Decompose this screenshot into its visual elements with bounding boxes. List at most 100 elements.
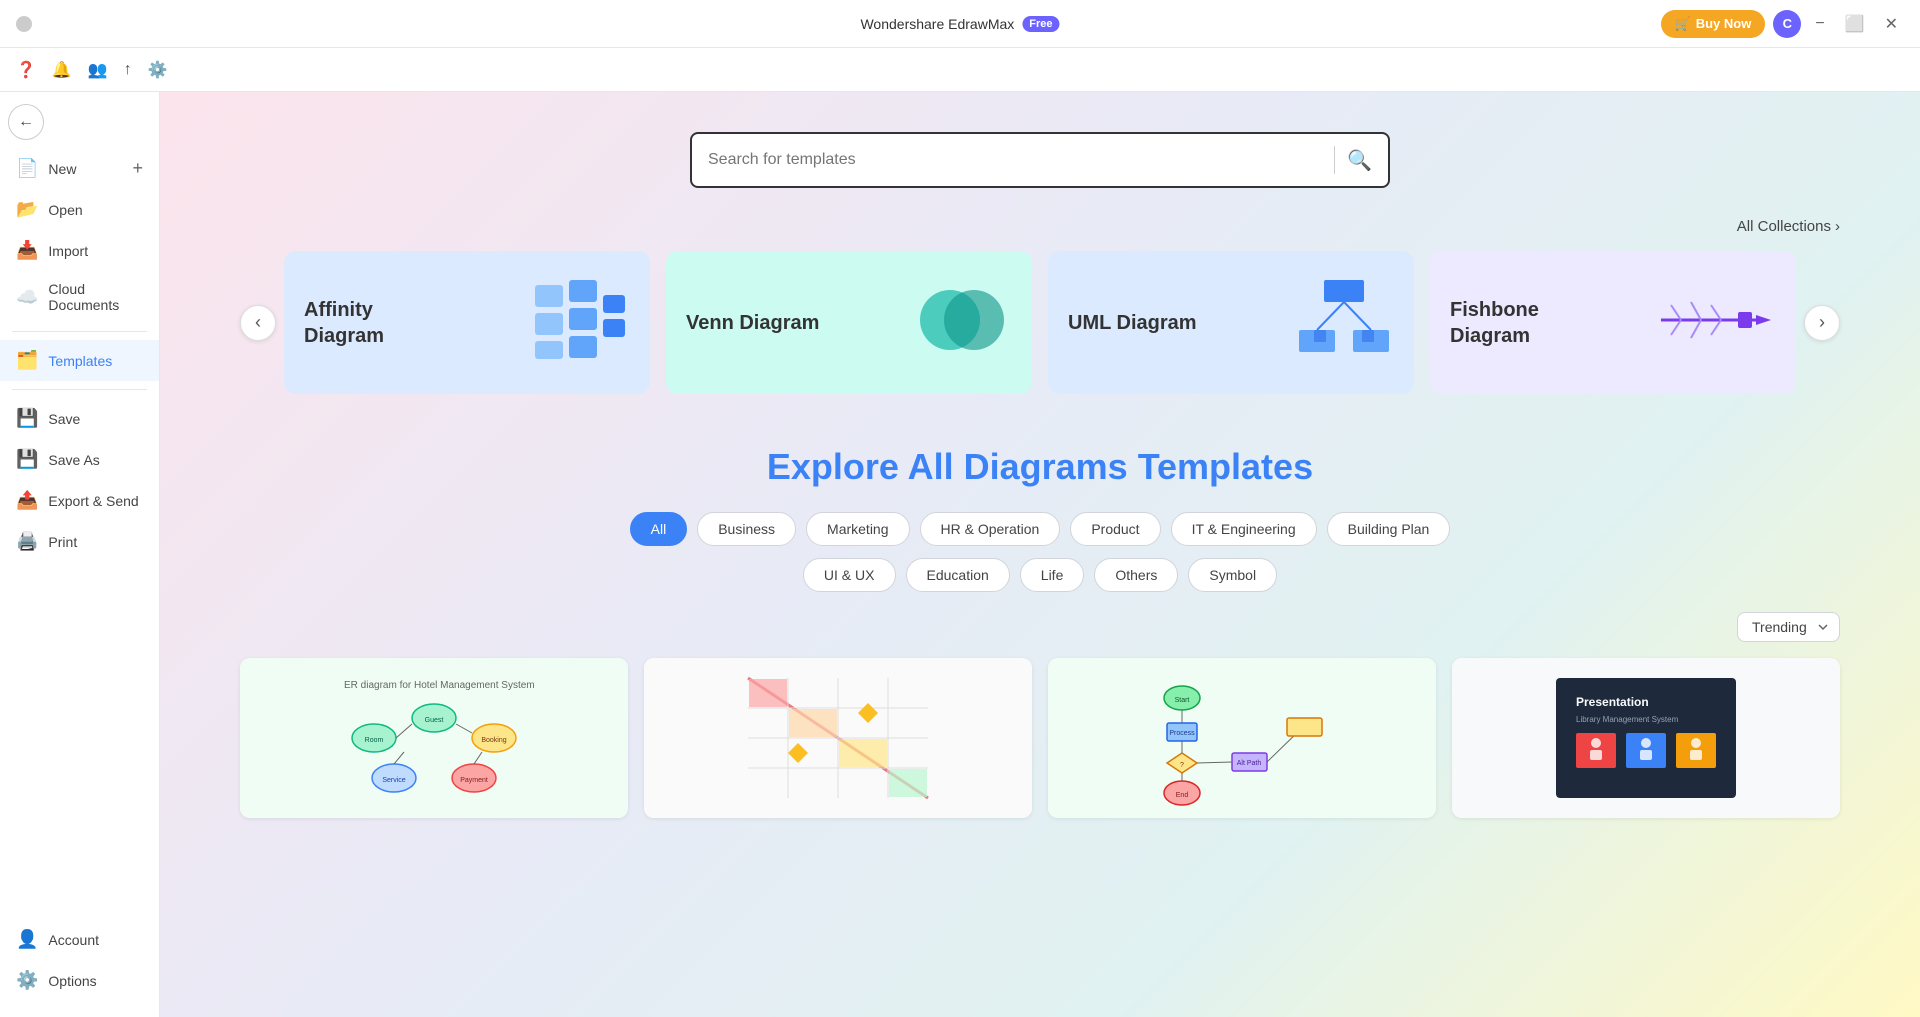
templates-icon: 🗂️: [16, 350, 38, 371]
fishbone-card-image: [1656, 290, 1776, 355]
filter-pills-row2: UI & UX Education Life Others Symbol: [240, 558, 1840, 592]
toolbar-row: ❓ 🔔 👥 ↑ ⚙️: [0, 48, 1920, 92]
carousel-prev-button[interactable]: ‹: [240, 305, 276, 341]
search-container: 🔍: [240, 132, 1840, 188]
community-icon-btn[interactable]: 👥: [84, 56, 112, 84]
avatar[interactable]: C: [1773, 10, 1801, 38]
sidebar-label-import: Import: [48, 243, 88, 259]
filter-pill-building[interactable]: Building Plan: [1327, 512, 1451, 546]
carousel-cards: Affinity Diagram: [276, 247, 1804, 398]
plus-icon: +: [132, 158, 143, 179]
import-icon: 📥: [16, 240, 38, 261]
back-button[interactable]: ←: [8, 104, 44, 140]
settings-icon-btn[interactable]: ⚙️: [144, 56, 172, 84]
sidebar-item-cloud[interactable]: ☁️ Cloud Documents: [0, 271, 159, 323]
trending-select[interactable]: Trending Newest Popular: [1737, 612, 1840, 642]
sidebar-item-save-as[interactable]: 💾 Save As: [0, 439, 159, 480]
svg-text:Room: Room: [365, 737, 384, 744]
close-button[interactable]: ✕: [1879, 10, 1904, 38]
sidebar-item-account[interactable]: 👤 Account: [0, 919, 159, 960]
sidebar-item-print[interactable]: 🖨️ Print: [0, 521, 159, 562]
uml-card-title: UML Diagram: [1068, 310, 1197, 336]
svg-text:?: ?: [1180, 762, 1184, 769]
carousel-container: ‹ Affinity Diagram: [240, 247, 1840, 398]
options-icon: ⚙️: [16, 970, 38, 991]
filter-pill-product[interactable]: Product: [1070, 512, 1160, 546]
template-card-matrix[interactable]: [644, 658, 1032, 818]
sidebar: ← 📄 New + 📂 Open 📥 Import ☁️: [0, 92, 160, 1017]
sidebar-item-import[interactable]: 📥 Import: [0, 230, 159, 271]
sidebar-item-options[interactable]: ⚙️ Options: [0, 960, 159, 1001]
explore-title: Explore All Diagrams Templates: [240, 446, 1840, 488]
svg-text:Library Management System: Library Management System: [1576, 715, 1679, 724]
cloud-icon: ☁️: [16, 287, 38, 308]
template-card-er[interactable]: ER diagram for Hotel Management System R…: [240, 658, 628, 818]
maximize-button[interactable]: ⬜: [1839, 10, 1871, 38]
app-dot-icon: [16, 16, 32, 32]
sidebar-item-open[interactable]: 📂 Open: [0, 189, 159, 230]
sidebar-item-templates[interactable]: 🗂️ Templates: [0, 340, 159, 381]
search-input[interactable]: [708, 151, 1322, 169]
new-icon: 📄: [16, 158, 38, 179]
diagram-card-venn[interactable]: Venn Diagram: [666, 251, 1032, 394]
filter-pill-marketing[interactable]: Marketing: [806, 512, 909, 546]
filter-pill-life[interactable]: Life: [1020, 558, 1085, 592]
search-box: 🔍: [690, 132, 1390, 188]
title-bar-right: 🛒 Buy Now C − ⬜ ✕: [1661, 10, 1904, 38]
open-icon: 📂: [16, 199, 38, 220]
diagram-card-uml[interactable]: UML Diagram: [1048, 251, 1414, 394]
svg-text:Booking: Booking: [481, 737, 506, 744]
template-card-presentation[interactable]: Presentation Library Management System: [1452, 658, 1840, 818]
sidebar-item-new[interactable]: 📄 New +: [0, 148, 159, 189]
trending-row: Trending Newest Popular: [240, 612, 1840, 642]
all-collections-link[interactable]: All Collections ›: [1737, 218, 1840, 235]
sidebar-label-account: Account: [48, 932, 99, 948]
share-icon-btn[interactable]: ↑: [120, 57, 136, 83]
cart-icon: 🛒: [1675, 16, 1691, 32]
diagram-card-fishbone[interactable]: Fishbone Diagram: [1430, 251, 1796, 394]
svg-text:End: End: [1176, 792, 1189, 799]
svg-text:Alt Path: Alt Path: [1237, 760, 1262, 767]
title-bar: Wondershare EdrawMax Free 🛒 Buy Now C − …: [0, 0, 1920, 48]
template-grid: ER diagram for Hotel Management System R…: [240, 658, 1840, 818]
notification-icon-btn[interactable]: 🔔: [48, 56, 76, 84]
sidebar-item-export[interactable]: 📤 Export & Send: [0, 480, 159, 521]
filter-pill-education[interactable]: Education: [906, 558, 1010, 592]
filter-pill-it[interactable]: IT & Engineering: [1171, 512, 1317, 546]
svg-text:Start: Start: [1175, 697, 1190, 704]
all-collections-label: All Collections: [1737, 218, 1831, 235]
search-button[interactable]: 🔍: [1347, 148, 1372, 173]
free-badge: Free: [1022, 16, 1059, 32]
affinity-card-title: Affinity Diagram: [304, 297, 444, 349]
sidebar-label-cloud: Cloud Documents: [48, 281, 143, 313]
filter-pill-hr[interactable]: HR & Operation: [920, 512, 1061, 546]
explore-section: Explore All Diagrams Templates All Busin…: [240, 446, 1840, 818]
svg-text:Service: Service: [382, 777, 405, 784]
print-icon: 🖨️: [16, 531, 38, 552]
content-area: 🔍 All Collections › ‹ Affinity Diagram: [160, 92, 1920, 1017]
buy-now-button[interactable]: 🛒 Buy Now: [1661, 10, 1766, 38]
main-layout: ← 📄 New + 📂 Open 📥 Import ☁️: [0, 92, 1920, 1017]
template-card-flow[interactable]: Start Process ? End: [1048, 658, 1436, 818]
export-icon: 📤: [16, 490, 38, 511]
template-card-er-image: ER diagram for Hotel Management System R…: [240, 658, 628, 818]
sidebar-label-print: Print: [48, 534, 77, 550]
affinity-card-image: [530, 275, 630, 370]
uml-card-image: [1294, 275, 1394, 370]
sidebar-label-save: Save: [48, 411, 80, 427]
sidebar-item-save[interactable]: 💾 Save: [0, 398, 159, 439]
filter-pill-others[interactable]: Others: [1094, 558, 1178, 592]
save-as-icon: 💾: [16, 449, 38, 470]
filter-pill-business[interactable]: Business: [697, 512, 796, 546]
minimize-button[interactable]: −: [1809, 11, 1830, 37]
sidebar-label-templates: Templates: [48, 353, 112, 369]
diagram-card-affinity[interactable]: Affinity Diagram: [284, 251, 650, 394]
filter-pill-symbol[interactable]: Symbol: [1188, 558, 1277, 592]
carousel-next-button[interactable]: ›: [1804, 305, 1840, 341]
filter-pill-all[interactable]: All: [630, 512, 688, 546]
explore-title-prefix: Explore: [767, 446, 908, 487]
sidebar-label-options: Options: [48, 973, 96, 989]
filter-pill-uiux[interactable]: UI & UX: [803, 558, 896, 592]
sidebar-top: ← 📄 New + 📂 Open 📥 Import ☁️: [0, 100, 159, 562]
help-icon-btn[interactable]: ❓: [12, 56, 40, 84]
